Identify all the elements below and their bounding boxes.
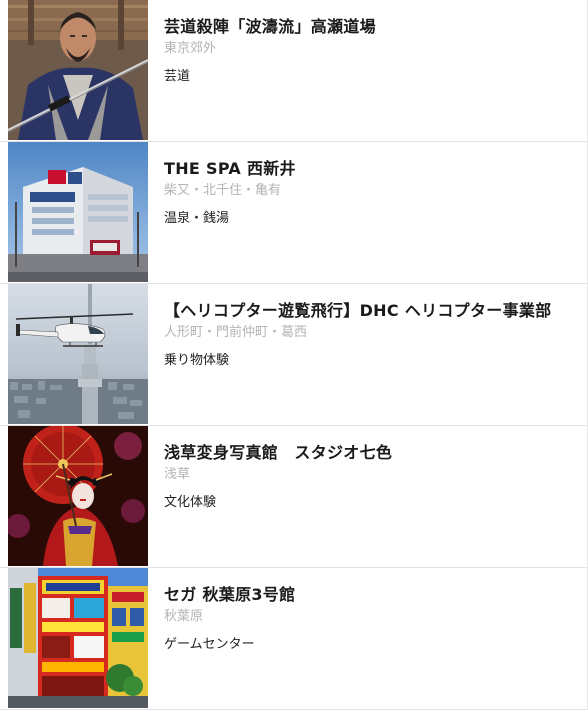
spa-building-image bbox=[8, 142, 148, 282]
spot-list: 芸道殺陣「波濤流」高瀬道場 東京郊外 芸道 THE SPA 西新井 柴又・北千住… bbox=[0, 0, 588, 710]
samurai-master-image bbox=[8, 0, 148, 140]
item-area: 人形町・門前仲町・葛西 bbox=[164, 325, 308, 340]
item-category: 乗り物体験 bbox=[164, 353, 230, 368]
item-area: 柴又・北千住・亀有 bbox=[164, 183, 282, 198]
helicopter-image bbox=[8, 284, 148, 424]
list-item[interactable]: THE SPA 西新井 柴又・北千住・亀有 温泉・銭湯 bbox=[0, 142, 587, 284]
list-item[interactable]: 浅草変身写真館 スタジオ七色 浅草 文化体験 bbox=[0, 426, 587, 568]
item-category: 文化体験 bbox=[164, 495, 217, 510]
item-area: 秋葉原 bbox=[164, 609, 204, 624]
item-info: THE SPA 西新井 柴又・北千住・亀有 温泉・銭湯 bbox=[148, 142, 296, 283]
item-title[interactable]: THE SPA 西新井 bbox=[164, 158, 296, 180]
oiran-photo[interactable] bbox=[8, 426, 148, 566]
akihabara-arcade-image bbox=[8, 568, 148, 708]
akihabara-arcade-photo[interactable] bbox=[8, 568, 148, 708]
item-area: 浅草 bbox=[164, 467, 191, 482]
list-item[interactable]: 芸道殺陣「波濤流」高瀬道場 東京郊外 芸道 bbox=[0, 0, 587, 142]
item-title[interactable]: 芸道殺陣「波濤流」高瀬道場 bbox=[164, 16, 376, 38]
item-area: 東京郊外 bbox=[164, 41, 217, 56]
item-category: 芸道 bbox=[164, 69, 191, 84]
item-info: 浅草変身写真館 スタジオ七色 浅草 文化体験 bbox=[148, 426, 392, 567]
helicopter-photo[interactable] bbox=[8, 284, 148, 424]
list-item[interactable]: セガ 秋葉原3号館 秋葉原 ゲームセンター bbox=[0, 568, 587, 710]
item-category: 温泉・銭湯 bbox=[164, 211, 230, 226]
item-title[interactable]: 浅草変身写真館 スタジオ七色 bbox=[164, 442, 392, 464]
item-category: ゲームセンター bbox=[164, 637, 255, 652]
spa-building-photo[interactable] bbox=[8, 142, 148, 282]
list-item[interactable]: 【ヘリコプター遊覧飛行】DHC ヘリコプター事業部 人形町・門前仲町・葛西 乗り… bbox=[0, 284, 587, 426]
item-info: 芸道殺陣「波濤流」高瀬道場 東京郊外 芸道 bbox=[148, 0, 376, 141]
item-title[interactable]: 【ヘリコプター遊覧飛行】DHC ヘリコプター事業部 bbox=[164, 300, 552, 322]
samurai-master-photo[interactable] bbox=[8, 0, 148, 140]
item-info: 【ヘリコプター遊覧飛行】DHC ヘリコプター事業部 人形町・門前仲町・葛西 乗り… bbox=[148, 284, 552, 425]
item-info: セガ 秋葉原3号館 秋葉原 ゲームセンター bbox=[148, 568, 295, 709]
oiran-image bbox=[8, 426, 148, 566]
item-title[interactable]: セガ 秋葉原3号館 bbox=[164, 584, 295, 606]
